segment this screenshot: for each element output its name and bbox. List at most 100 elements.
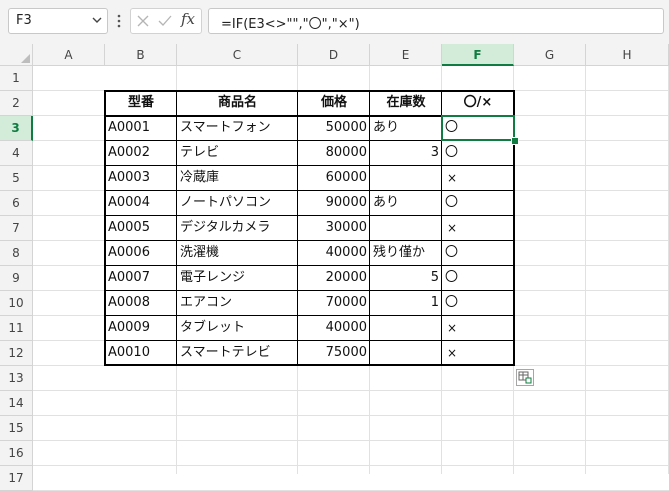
cell-product-name[interactable]: エアコン: [177, 291, 298, 316]
cell-price[interactable]: 40000: [298, 316, 370, 341]
row-header-1[interactable]: 1: [0, 66, 33, 91]
cell-price[interactable]: 90000: [298, 191, 370, 216]
cell-price[interactable]: 50000: [298, 116, 370, 141]
cell-model-number[interactable]: A0009: [105, 316, 177, 341]
row-header-13[interactable]: 13: [0, 366, 33, 391]
row-header-2[interactable]: 2: [0, 91, 33, 116]
cell-stock[interactable]: [370, 166, 442, 191]
row-header-14[interactable]: 14: [0, 391, 33, 416]
cell-mark[interactable]: 〇: [442, 266, 514, 291]
gridline-horizontal: [33, 390, 669, 391]
table-row-line: [104, 315, 514, 316]
fx-icon[interactable]: fx: [181, 10, 195, 28]
cell-price[interactable]: 20000: [298, 266, 370, 291]
cell-model-number[interactable]: A0002: [105, 141, 177, 166]
cell-stock[interactable]: [370, 216, 442, 241]
cell-price[interactable]: 60000: [298, 166, 370, 191]
cell-model-number[interactable]: A0006: [105, 241, 177, 266]
column-header-d[interactable]: D: [298, 44, 370, 66]
cell-price[interactable]: 70000: [298, 291, 370, 316]
gridline-horizontal: [33, 415, 669, 416]
cell-mark[interactable]: ×: [442, 316, 514, 341]
cell-price[interactable]: 80000: [298, 141, 370, 166]
table-row-line: [104, 340, 514, 341]
row-header-17[interactable]: 17: [0, 466, 33, 491]
cell-mark[interactable]: 〇: [442, 191, 514, 216]
row-header-9[interactable]: 9: [0, 266, 33, 291]
cell-stock[interactable]: 残り僅か: [370, 241, 442, 266]
gridline-vertical: [585, 66, 586, 474]
cell-model-number[interactable]: A0005: [105, 216, 177, 241]
name-box-value: F3: [16, 13, 32, 28]
header-cell-model-number[interactable]: 型番: [105, 91, 177, 116]
row-header-12[interactable]: 12: [0, 341, 33, 366]
cell-stock[interactable]: 1: [370, 291, 442, 316]
cell-price[interactable]: 40000: [298, 241, 370, 266]
quick-analysis-icon[interactable]: [516, 369, 534, 386]
header-cell-product-name[interactable]: 商品名: [177, 91, 298, 116]
cell-product-name[interactable]: スマートテレビ: [177, 341, 298, 366]
cell-product-name[interactable]: テレビ: [177, 141, 298, 166]
row-header-4[interactable]: 4: [0, 141, 33, 166]
formula-input[interactable]: =IF(E3<>"","〇","×"): [208, 8, 664, 34]
row-header-11[interactable]: 11: [0, 316, 33, 341]
cell-stock[interactable]: あり: [370, 116, 442, 141]
name-box[interactable]: F3: [8, 8, 108, 34]
header-cell-price[interactable]: 価格: [298, 91, 370, 116]
cell-stock[interactable]: 5: [370, 266, 442, 291]
cell-product-name[interactable]: ノートパソコン: [177, 191, 298, 216]
column-header-c[interactable]: C: [177, 44, 298, 66]
cell-product-name[interactable]: タブレット: [177, 316, 298, 341]
worksheet-grid[interactable]: ABCDEFGH 1 2 3 4 5 6 7 8 9 10 11 12 13 14 15 16 17 型番 商品名…: [0, 44, 669, 491]
header-cell-stock[interactable]: 在庫数: [370, 91, 442, 116]
cell-model-number[interactable]: A0007: [105, 266, 177, 291]
column-header-g[interactable]: G: [514, 44, 586, 66]
row-header-15[interactable]: 15: [0, 416, 33, 441]
cell-model-number[interactable]: A0003: [105, 166, 177, 191]
cell-price[interactable]: 30000: [298, 216, 370, 241]
column-header-h[interactable]: H: [586, 44, 669, 66]
cell-product-name[interactable]: デジタルカメラ: [177, 216, 298, 241]
row-header-8[interactable]: 8: [0, 241, 33, 266]
cell-mark[interactable]: ×: [442, 341, 514, 366]
cell-model-number[interactable]: A0010: [105, 341, 177, 366]
column-header-b[interactable]: B: [105, 44, 177, 66]
cell-stock[interactable]: [370, 341, 442, 366]
header-cell-mark[interactable]: 〇/×: [442, 91, 514, 116]
row-header-6[interactable]: 6: [0, 191, 33, 216]
column-header-e[interactable]: E: [370, 44, 442, 66]
cell-mark[interactable]: ×: [442, 216, 514, 241]
cancel-x-icon[interactable]: [135, 13, 151, 29]
gridline-horizontal: [33, 440, 669, 441]
cell-mark[interactable]: 〇: [442, 141, 514, 166]
table-column-line: [369, 90, 370, 365]
row-header-3[interactable]: 3: [0, 116, 33, 141]
fill-handle[interactable]: [511, 137, 519, 145]
column-header-f[interactable]: F: [442, 44, 514, 66]
active-cell-selection[interactable]: [441, 115, 515, 141]
cell-product-name[interactable]: 冷蔵庫: [177, 166, 298, 191]
cell-product-name[interactable]: スマートフォン: [177, 116, 298, 141]
table-row-line: [104, 290, 514, 291]
row-header-16[interactable]: 16: [0, 441, 33, 466]
cell-mark[interactable]: 〇: [442, 241, 514, 266]
cell-stock[interactable]: 3: [370, 141, 442, 166]
cell-stock[interactable]: あり: [370, 191, 442, 216]
cell-product-name[interactable]: 洗濯機: [177, 241, 298, 266]
cell-mark[interactable]: 〇: [442, 291, 514, 316]
cell-model-number[interactable]: A0004: [105, 191, 177, 216]
cell-model-number[interactable]: A0001: [105, 116, 177, 141]
cell-stock[interactable]: [370, 316, 442, 341]
cell-product-name[interactable]: 電子レンジ: [177, 266, 298, 291]
column-header-a[interactable]: A: [33, 44, 105, 66]
cell-model-number[interactable]: A0008: [105, 291, 177, 316]
chevron-down-icon[interactable]: [91, 13, 103, 27]
checkmark-icon[interactable]: [157, 13, 173, 29]
row-header-7[interactable]: 7: [0, 216, 33, 241]
cell-mark[interactable]: ×: [442, 166, 514, 191]
row-header-10[interactable]: 10: [0, 291, 33, 316]
select-all-button[interactable]: [0, 44, 33, 66]
row-header-5[interactable]: 5: [0, 166, 33, 191]
vertical-ellipsis-icon[interactable]: [116, 11, 122, 31]
cell-price[interactable]: 75000: [298, 341, 370, 366]
